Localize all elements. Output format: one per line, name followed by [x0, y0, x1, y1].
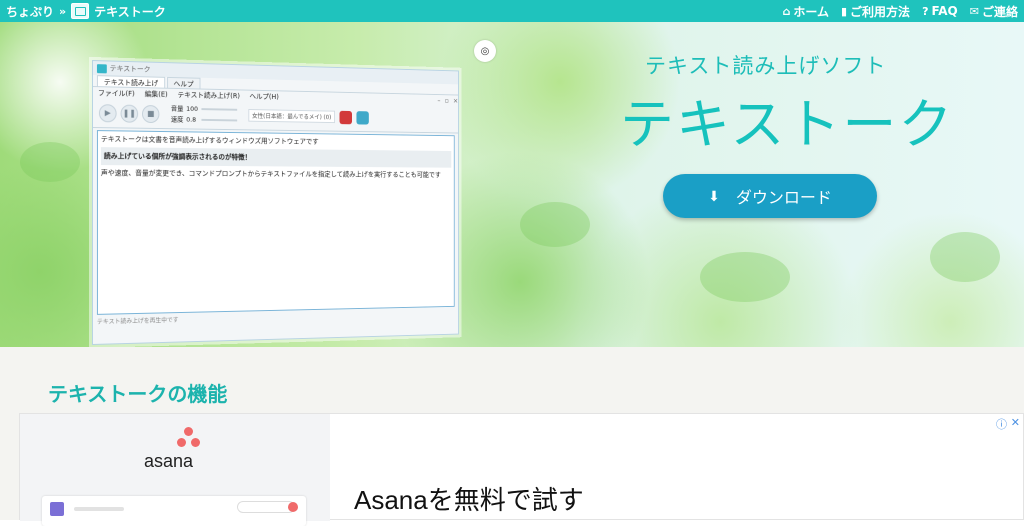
app-document-area: テキストークは文書を音声読み上げするウィンドウズ用ソフトウェアです 読み上げてい… [96, 130, 455, 315]
speed-label: 速度 [170, 114, 184, 123]
download-label: ダウンロード [735, 190, 832, 207]
ad-info-icon[interactable]: ⓘ [996, 416, 1007, 432]
nav-usage-link[interactable]: ▮ ご利用方法 [841, 3, 910, 20]
breadcrumb-separator: » [59, 4, 67, 18]
app-menu-file: ファイル(F) [97, 88, 135, 98]
app-logo-icon [71, 3, 90, 19]
ad-headline[interactable]: Asanaを無料で試す [354, 480, 584, 517]
doc-line: 声や速度、音量が変更でき、コマンドプロンプトからテキストファイルを指定して読み上… [100, 169, 441, 179]
doc-highlight-line: 読み上げている個所が強調表示されるのが特徴！ [100, 147, 452, 168]
features-section: テキストークの機能 asana Asanaを無料で試す ⓘ ✕ [0, 347, 1024, 526]
pause-icon: ❚❚ [120, 104, 139, 123]
advertisement[interactable]: asana Asanaを無料で試す ⓘ ✕ [19, 413, 1024, 526]
settings-icon [356, 110, 369, 125]
nav-contact-label: ご連絡 [981, 4, 1018, 19]
speed-value: 0.8 [186, 115, 197, 124]
breadcrumb-home-link[interactable]: ちょぷり [6, 3, 54, 20]
nav-home-label: ホーム [793, 4, 829, 19]
speed-slider [201, 118, 238, 122]
app-menu-read: テキスト読み上げ(R) [177, 90, 240, 100]
restore-icon: ▫ [444, 96, 449, 105]
app-screenshot: テキストーク テキスト読み上げ ヘルプ ファイル(F) 編集(E) テキスト読み… [92, 60, 459, 345]
hero-banner: テキストーク テキスト読み上げ ヘルプ ファイル(F) 編集(E) テキスト読み… [0, 22, 1024, 347]
volume-value: 100 [186, 104, 199, 113]
asana-logo-icon [175, 427, 203, 451]
question-icon: ? [922, 4, 929, 18]
decorative-leaf [930, 232, 1000, 282]
ad-close-icon[interactable]: ✕ [1011, 416, 1020, 429]
hero-title: テキストーク [620, 93, 955, 156]
app-tab-read: テキスト読み上げ [96, 75, 165, 88]
main-nav: ⌂ ホーム ▮ ご利用方法 ? FAQ ✉ ご連絡 [770, 3, 1018, 20]
app-tab-help: ヘルプ [166, 76, 201, 89]
stop-icon: ■ [141, 104, 160, 123]
record-icon [339, 110, 352, 124]
screenshot-zoom-button[interactable]: ◎ [474, 40, 496, 62]
breadcrumb: ちょぷり » テキストーク [6, 3, 166, 20]
ad-mock-card [42, 496, 306, 526]
download-icon: ⬇ [708, 187, 720, 204]
app-menu-edit: 編集(E) [144, 89, 168, 99]
download-button[interactable]: ⬇ ダウンロード [663, 174, 877, 218]
mail-icon: ✉ [969, 4, 979, 18]
app-menu-help: ヘルプ(H) [249, 92, 279, 101]
volume-slider [201, 108, 238, 111]
nav-usage-label: ご利用方法 [850, 4, 911, 19]
app-window-title: テキストーク [109, 64, 151, 74]
nav-faq-label: FAQ [931, 4, 958, 18]
ad-brand-name: asana [144, 451, 194, 471]
doc-line: テキストークは文書を音声読み上げするウィンドウズ用ソフトウェアです [100, 135, 319, 146]
nav-home-link[interactable]: ⌂ ホーム [782, 3, 829, 20]
nav-contact-link[interactable]: ✉ ご連絡 [970, 3, 1018, 20]
minimize-icon: – [437, 96, 441, 104]
camera-icon: ◎ [480, 45, 490, 57]
ad-image: asana [20, 414, 330, 526]
app-window-icon [96, 63, 107, 73]
nav-faq-link[interactable]: ? FAQ [922, 4, 958, 18]
features-heading: テキストークの機能 [48, 382, 228, 406]
play-icon: ▶ [98, 103, 117, 122]
app-sliders: 音量 100 速度 0.8 [170, 103, 238, 126]
decorative-leaf [520, 202, 590, 247]
decorative-leaf [20, 142, 80, 182]
book-icon: ▮ [840, 4, 848, 18]
home-icon: ⌂ [782, 4, 791, 18]
breadcrumb-current[interactable]: テキストーク [94, 3, 166, 20]
hero-subtitle: テキスト読み上げソフト [645, 54, 887, 78]
voice-select: 女性(日本語：最んでるメイ) (0) [248, 109, 335, 124]
top-nav-bar: ちょぷり » テキストーク ⌂ ホーム ▮ ご利用方法 ? FAQ ✉ ご連絡 [0, 0, 1024, 22]
volume-label: 音量 [170, 104, 184, 113]
decorative-leaf [700, 252, 790, 302]
close-icon: × [453, 96, 459, 105]
